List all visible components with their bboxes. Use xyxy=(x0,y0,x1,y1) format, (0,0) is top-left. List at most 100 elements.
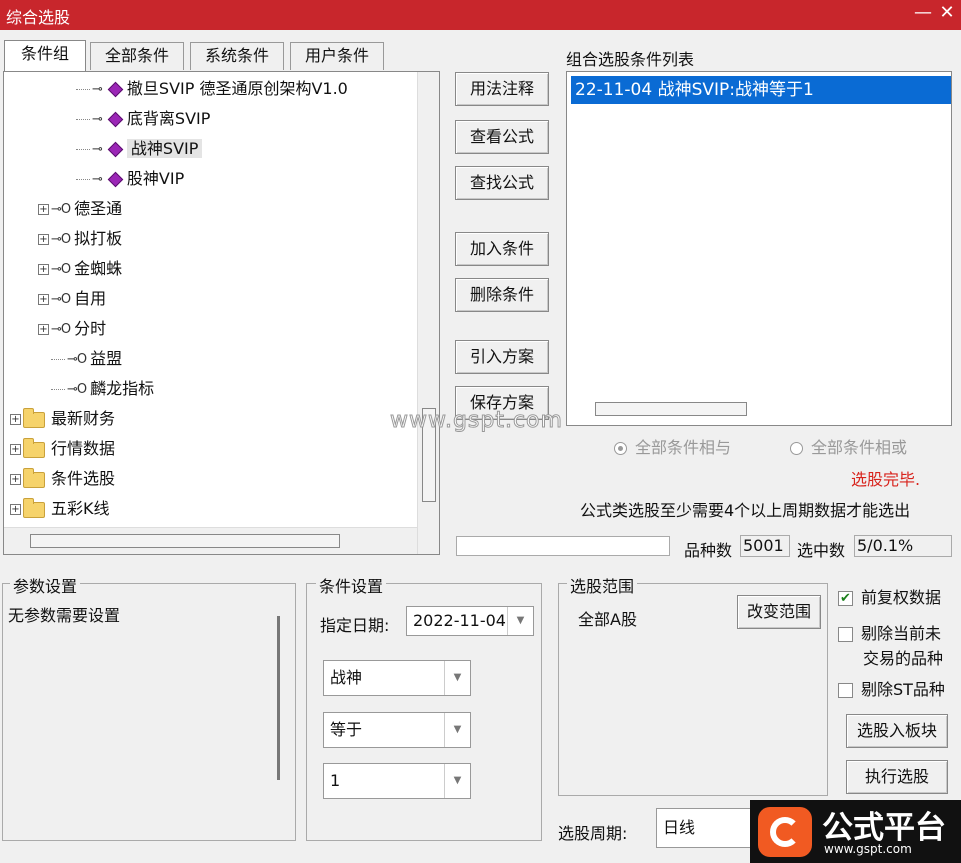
key-icon: ⊸O xyxy=(51,261,71,277)
tree-group[interactable]: + ⊸O 德圣通 xyxy=(38,195,122,223)
status-done: 选股完毕. xyxy=(851,470,921,489)
check-icon: ✔ xyxy=(838,591,853,606)
formula-icon xyxy=(107,171,124,188)
folder-icon xyxy=(23,437,45,458)
title-bar: 综合选股 — ✕ xyxy=(0,0,961,30)
brand-mark-icon xyxy=(758,807,812,857)
radio-indicator xyxy=(790,442,803,455)
key-icon: ⊸O xyxy=(51,231,71,247)
list-hscrollbar[interactable] xyxy=(595,402,747,416)
brand-logo: 公式平台 www.gspt.com xyxy=(750,800,961,863)
expand-icon[interactable]: + xyxy=(38,234,49,245)
progress-bar xyxy=(456,536,670,556)
exclude-untraded-label-2: 交易的品种 xyxy=(863,649,944,668)
tree-group[interactable]: + ⊸O 金蜘蛛 xyxy=(38,255,122,283)
expand-icon[interactable]: + xyxy=(10,504,21,515)
delete-condition-button[interactable]: 删除条件 xyxy=(455,278,549,312)
expand-icon[interactable]: + xyxy=(10,414,21,425)
tree-group[interactable]: ⊸O 益盟 xyxy=(51,345,122,373)
tree-group[interactable]: + ⊸O 分时 xyxy=(38,315,106,343)
tab-system-conditions[interactable]: 系统条件 xyxy=(190,42,284,70)
folder-icon xyxy=(23,407,45,428)
status-notice: 公式类选股至少需要4个以上周期数据才能选出 xyxy=(580,501,911,520)
close-button[interactable]: ✕ xyxy=(936,2,958,23)
combo-condition-list[interactable]: 22-11-04 战神SVIP:战神等于1 xyxy=(566,71,952,426)
view-formula-button[interactable]: 查看公式 xyxy=(455,120,549,154)
restore-rights-checkbox[interactable]: ✔ 前复权数据 xyxy=(838,584,941,608)
import-plan-button[interactable]: 引入方案 xyxy=(455,340,549,374)
period-label: 选股周期: xyxy=(558,824,628,843)
tree-vscrollbar[interactable] xyxy=(417,72,439,554)
tab-user-conditions[interactable]: 用户条件 xyxy=(290,42,384,70)
params-title: 参数设置 xyxy=(10,573,81,597)
exclude-st-checkbox[interactable]: 剔除ST品种 xyxy=(838,676,945,700)
and-radio[interactable]: 全部条件相与 xyxy=(614,434,731,458)
tree-item-selected[interactable]: ⊸ 战神SVIP xyxy=(76,135,203,163)
tab-all-conditions[interactable]: 全部条件 xyxy=(90,42,184,70)
tree-folder[interactable]: + 行情数据 xyxy=(10,435,115,463)
folder-icon xyxy=(23,497,45,518)
folder-icon xyxy=(23,467,45,488)
tree-folder[interactable]: + 最新财务 xyxy=(10,405,115,433)
date-picker[interactable]: 2022-11-04 ▼ xyxy=(406,606,534,636)
brand-name: 公式平台 xyxy=(822,810,946,846)
checkbox-box xyxy=(838,683,853,698)
condition-tree[interactable]: ⊸ 撤旦SVIP 德圣通原创架构V1.0 ⊸ 底背离SVIP ⊸ 战神SVIP ⊸ 股神… xyxy=(3,71,440,555)
selected-label: 选中数 xyxy=(797,541,846,560)
radio-indicator xyxy=(614,442,627,455)
date-label: 指定日期: xyxy=(320,616,390,635)
or-radio[interactable]: 全部条件相或 xyxy=(790,434,907,458)
usage-button[interactable]: 用法注释 xyxy=(455,72,549,106)
expand-icon[interactable]: + xyxy=(10,474,21,485)
selected-value: 5/0.1% xyxy=(854,535,952,557)
tree-group[interactable]: + ⊸O 自用 xyxy=(38,285,106,313)
formula-icon xyxy=(107,111,124,128)
value-select[interactable]: 1 ▼ xyxy=(323,763,471,799)
tree-group[interactable]: + ⊸O 拟打板 xyxy=(38,225,122,253)
formula-icon xyxy=(107,141,124,158)
tree-group[interactable]: ⊸O 麟龙指标 xyxy=(51,375,154,403)
watermark: www.gspt.com xyxy=(390,408,563,434)
window-title: 综合选股 xyxy=(6,8,71,27)
chevron-down-icon[interactable]: ▼ xyxy=(507,607,533,635)
chevron-down-icon[interactable]: ▼ xyxy=(444,713,470,747)
formula-icon xyxy=(107,81,124,98)
exclude-untraded-checkbox[interactable]: 剔除当前未 xyxy=(838,620,941,644)
expand-icon[interactable]: + xyxy=(10,444,21,455)
params-scrollbar[interactable] xyxy=(277,616,280,780)
change-range-button[interactable]: 改变范围 xyxy=(737,595,821,629)
key-icon: ⊸O xyxy=(51,291,71,307)
add-condition-button[interactable]: 加入条件 xyxy=(455,232,549,266)
key-icon: ⊸O xyxy=(67,351,87,367)
tree-hscrollbar[interactable] xyxy=(4,527,417,554)
condition-settings-title: 条件设置 xyxy=(316,573,387,597)
expand-icon[interactable]: + xyxy=(38,204,49,215)
key-icon: ⊸O xyxy=(51,321,71,337)
expand-icon[interactable]: + xyxy=(38,324,49,335)
range-value: 全部A股 xyxy=(578,610,637,629)
minimize-button[interactable]: — xyxy=(912,2,934,23)
operator-select[interactable]: 等于 ▼ xyxy=(323,712,471,748)
checkbox-box xyxy=(838,627,853,642)
varieties-value: 5001 xyxy=(740,535,790,557)
tree-item[interactable]: ⊸ 底背离SVIP xyxy=(76,105,210,133)
combo-list-title: 组合选股条件列表 xyxy=(566,50,695,69)
expand-icon[interactable]: + xyxy=(38,294,49,305)
period-select[interactable]: 日线 xyxy=(656,808,756,848)
chevron-down-icon[interactable]: ▼ xyxy=(444,661,470,695)
list-item[interactable]: 22-11-04 战神SVIP:战神等于1 xyxy=(571,76,951,104)
find-formula-button[interactable]: 查找公式 xyxy=(455,166,549,200)
scroll-thumb[interactable] xyxy=(30,534,340,548)
to-block-button[interactable]: 选股入板块 xyxy=(846,714,948,748)
tab-condition-group[interactable]: 条件组 xyxy=(4,40,86,71)
execute-button[interactable]: 执行选股 xyxy=(846,760,948,794)
tree-item[interactable]: ⊸ 股神VIP xyxy=(76,165,184,193)
chevron-down-icon[interactable]: ▼ xyxy=(444,764,470,798)
tree-item[interactable]: ⊸ 撤旦SVIP 德圣通原创架构V1.0 xyxy=(76,75,348,103)
key-icon: ⊸O xyxy=(67,381,87,397)
tree-folder[interactable]: + 条件选股 xyxy=(10,465,115,493)
expand-icon[interactable]: + xyxy=(38,264,49,275)
tree-folder[interactable]: + 五彩K线 xyxy=(10,495,110,523)
indicator-select[interactable]: 战神 ▼ xyxy=(323,660,471,696)
key-icon: ⊸O xyxy=(51,201,71,217)
